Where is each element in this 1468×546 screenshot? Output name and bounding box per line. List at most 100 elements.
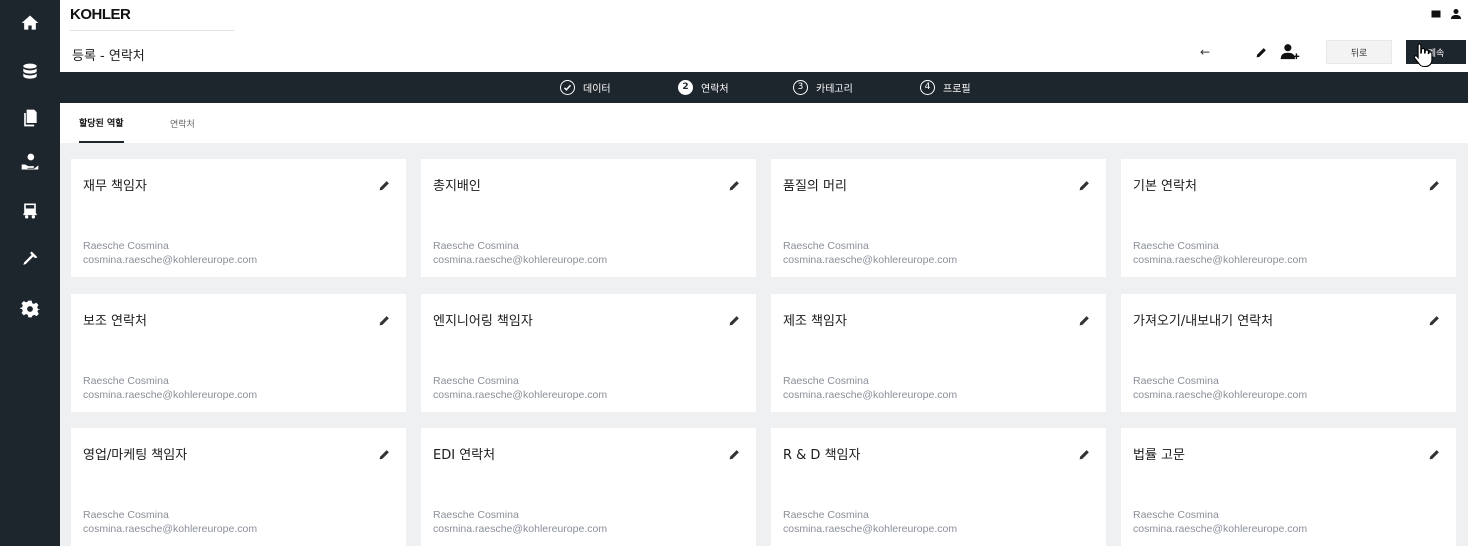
home-icon (21, 15, 39, 30)
tab-assigned-roles[interactable]: 할당된 역할 (79, 103, 124, 143)
edit-role-button[interactable] (1426, 446, 1442, 462)
edit-role-button[interactable] (726, 312, 742, 328)
contact-email: cosmina.raesche@kohlereurope.com (433, 254, 608, 266)
pencil-icon (1079, 449, 1089, 459)
role-card: EDI 연락처 Raesche Cosmina cosmina.raesche@… (421, 428, 756, 546)
edit-role-button[interactable] (1076, 312, 1092, 328)
sidebar-item-database[interactable] (0, 57, 60, 87)
sidebar-item-shipping[interactable] (0, 196, 60, 226)
contact-email: cosmina.raesche@kohlereurope.com (783, 523, 958, 535)
contact-name: Raesche Cosmina (783, 375, 869, 387)
sidebar-item-documents[interactable] (0, 103, 60, 133)
pencil-icon (1079, 180, 1089, 190)
contact-name: Raesche Cosmina (433, 375, 519, 387)
sidebar-item-tools[interactable] (0, 244, 60, 274)
contact-email: cosmina.raesche@kohlereurope.com (1133, 254, 1308, 266)
role-title: 영업/마케팅 책임자 (83, 448, 188, 463)
tab-contacts[interactable]: 연락처 (170, 103, 195, 143)
pencil-icon (379, 449, 389, 459)
step-label: 카테고리 (816, 84, 853, 95)
contact-email: cosmina.raesche@kohlereurope.com (433, 523, 608, 535)
sidebar-item-home[interactable] (0, 8, 60, 38)
edit-role-button[interactable] (1426, 177, 1442, 193)
tab-bar: 할당된 역할 연락처 (60, 103, 1468, 143)
tools-icon (23, 251, 38, 265)
contact-email: cosmina.raesche@kohlereurope.com (83, 523, 258, 535)
user-profile-icon[interactable] (1450, 8, 1462, 20)
contact-email: cosmina.raesche@kohlereurope.com (83, 254, 258, 266)
step-data[interactable]: 데이터 (560, 72, 611, 103)
role-title: 재무 책임자 (83, 179, 147, 194)
header-divider (70, 30, 234, 31)
contact-email: cosmina.raesche@kohlereurope.com (1133, 523, 1308, 535)
contact-name: Raesche Cosmina (83, 509, 169, 521)
edit-role-button[interactable] (1076, 446, 1092, 462)
role-card: 보조 연락처 Raesche Cosmina cosmina.raesche@k… (71, 294, 406, 412)
contact-name: Raesche Cosmina (433, 509, 519, 521)
edit-role-button[interactable] (376, 177, 392, 193)
database-icon (23, 63, 37, 79)
edit-role-button[interactable] (726, 446, 742, 462)
kohler-logo: KOHLER (70, 6, 131, 23)
step-contacts[interactable]: 2 연락처 (678, 72, 729, 103)
role-title: R & D 책임자 (783, 448, 861, 463)
role-card: 영업/마케팅 책임자 Raesche Cosmina cosmina.raesc… (71, 428, 406, 546)
pencil-icon (379, 180, 389, 190)
pencil-icon (729, 315, 739, 325)
pencil-icon (379, 315, 389, 325)
contact-email: cosmina.raesche@kohlereurope.com (83, 389, 258, 401)
step-label: 연락처 (701, 84, 729, 95)
sidebar-item-settings[interactable] (0, 294, 60, 324)
role-card: 제조 책임자 Raesche Cosmina cosmina.raesche@k… (771, 294, 1106, 412)
back-button[interactable]: 뒤로 (1326, 40, 1392, 64)
pencil-icon (1429, 315, 1439, 325)
edit-role-button[interactable] (376, 446, 392, 462)
pencil-icon (1429, 180, 1439, 190)
contact-name: Raesche Cosmina (1133, 375, 1219, 387)
role-title: 품질의 머리 (783, 179, 847, 194)
step-categories[interactable]: 3 카테고리 (793, 72, 853, 103)
edit-role-button[interactable] (1426, 312, 1442, 328)
check-circle-icon (560, 80, 575, 95)
contact-email: cosmina.raesche@kohlereurope.com (783, 254, 958, 266)
role-card: 엔지니어링 책임자 Raesche Cosmina cosmina.raesch… (421, 294, 756, 412)
step-profile[interactable]: 4 프로필 (920, 72, 971, 103)
role-card: 법률 고문 Raesche Cosmina cosmina.raesche@ko… (1121, 428, 1456, 546)
contact-name: Raesche Cosmina (783, 240, 869, 252)
edit-role-button[interactable] (376, 312, 392, 328)
pencil-icon (1079, 315, 1089, 325)
contact-email: cosmina.raesche@kohlereurope.com (433, 389, 608, 401)
edit-button[interactable] (1250, 41, 1272, 63)
top-right-icons (1430, 8, 1462, 20)
role-title: 법률 고문 (1133, 448, 1185, 463)
pencil-icon (729, 449, 739, 459)
back-arrow-button[interactable]: ← (1193, 42, 1217, 62)
contact-name: Raesche Cosmina (433, 240, 519, 252)
edit-role-button[interactable] (726, 177, 742, 193)
add-user-icon (1280, 44, 1300, 60)
step-label: 데이터 (583, 84, 611, 95)
notifications-icon[interactable] (1430, 8, 1442, 20)
sidebar-item-contacts[interactable] (0, 147, 60, 177)
top-header: KOHLER 등록 - 연락처 ← 뒤로 계속 (60, 0, 1468, 72)
role-card: 가져오기/내보내기 연락처 Raesche Cosmina cosmina.ra… (1121, 294, 1456, 412)
pencil-icon (1429, 449, 1439, 459)
documents-icon (24, 109, 37, 127)
pencil-icon (1256, 47, 1266, 57)
role-title: 가져오기/내보내기 연락처 (1133, 314, 1274, 329)
contact-name: Raesche Cosmina (1133, 240, 1219, 252)
contact-name: Raesche Cosmina (1133, 509, 1219, 521)
edit-role-button[interactable] (1076, 177, 1092, 193)
gear-icon (20, 300, 40, 318)
contact-name: Raesche Cosmina (83, 375, 169, 387)
contact-name: Raesche Cosmina (83, 240, 169, 252)
continue-button[interactable]: 계속 (1406, 40, 1466, 64)
step-number: 2 (678, 80, 693, 95)
add-contact-button[interactable] (1276, 40, 1304, 64)
contact-email: cosmina.raesche@kohlereurope.com (1133, 389, 1308, 401)
role-title: 총지배인 (433, 179, 481, 194)
truck-icon (23, 203, 37, 219)
role-title: EDI 연락처 (433, 448, 496, 463)
contact-email: cosmina.raesche@kohlereurope.com (783, 389, 958, 401)
role-card: R & D 책임자 Raesche Cosmina cosmina.raesch… (771, 428, 1106, 546)
